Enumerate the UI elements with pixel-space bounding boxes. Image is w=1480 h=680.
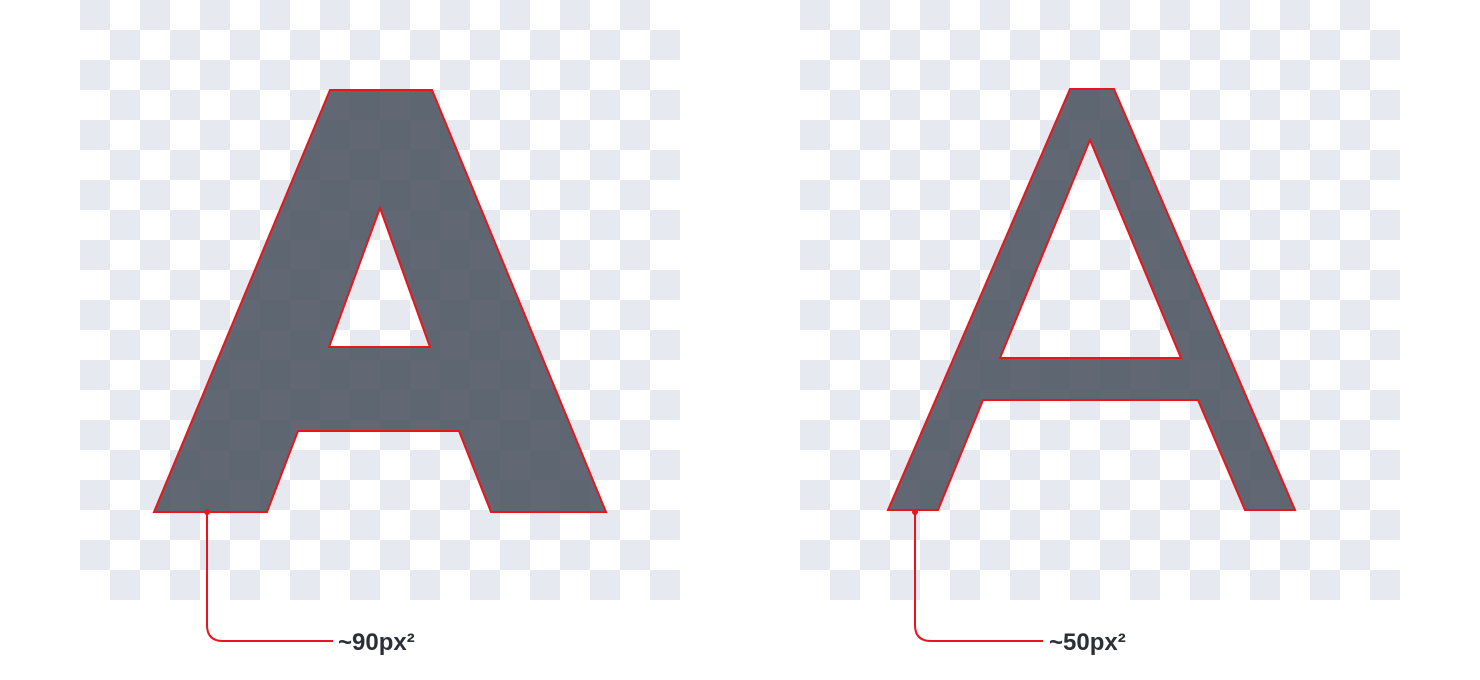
area-label: ~50px² xyxy=(1049,629,1126,656)
area-label: ~90px² xyxy=(338,629,415,656)
callout-anchor-dot xyxy=(204,509,210,515)
comparison-diagram: ~90px² ~50px² xyxy=(80,0,1400,656)
callout-anchor-dot xyxy=(912,509,918,515)
panel-bold-a: ~90px² xyxy=(80,0,680,656)
panel-thin-a: ~50px² xyxy=(800,0,1400,656)
